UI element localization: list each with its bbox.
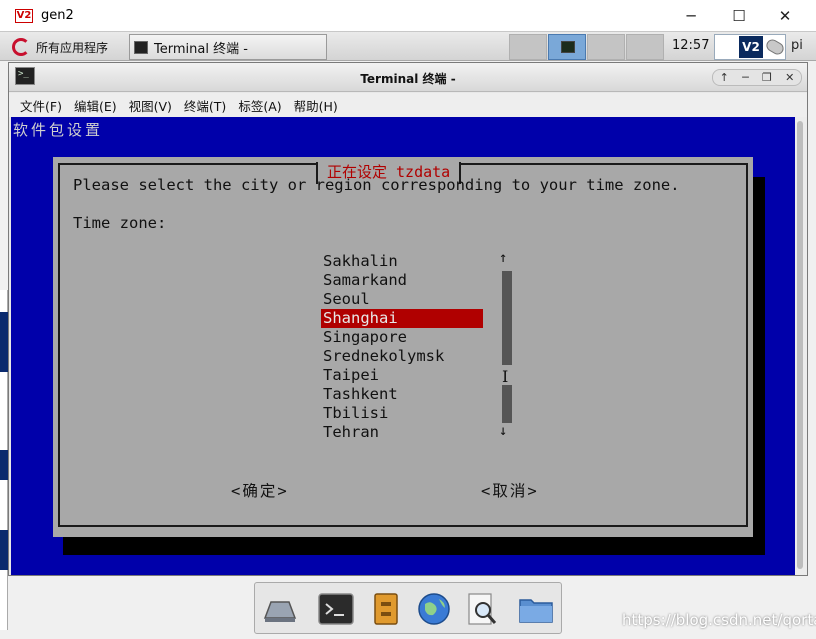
workspace-3[interactable]	[587, 34, 625, 60]
watermark: https://blog.csdn.net/qortal	[622, 611, 816, 629]
menu-help[interactable]: 帮助(H)	[294, 96, 338, 115]
minimize-button[interactable]: ─	[668, 0, 714, 31]
terminal-scrollbar[interactable]	[795, 117, 807, 575]
taskbar-terminal-label: Terminal 终端 -	[154, 41, 248, 57]
maximize-button[interactable]: ☐	[716, 0, 762, 31]
timezone-option[interactable]: Sakhalin	[321, 252, 483, 271]
terminal-minimize-button[interactable]: ─	[742, 71, 749, 84]
workspace-4[interactable]	[626, 34, 664, 60]
show-desktop-icon[interactable]	[261, 590, 299, 628]
timezone-option[interactable]: Singapore	[321, 328, 483, 347]
terminal-window-controls: ↑ ─ ❐ ✕	[712, 69, 802, 86]
terminal-icon[interactable]	[317, 590, 355, 628]
timezone-option[interactable]: Tashkent	[321, 385, 483, 404]
terminal-close-button[interactable]: ✕	[785, 71, 794, 84]
scroll-up-arrow-icon[interactable]: ↑	[499, 250, 507, 266]
timezone-option[interactable]: Seoul	[321, 290, 483, 309]
menu-view[interactable]: 视图(V)	[129, 96, 172, 115]
user-label[interactable]: pi	[791, 38, 803, 53]
taskbar-terminal-button[interactable]: Terminal 终端 -	[129, 34, 327, 60]
background-window	[0, 290, 8, 630]
terminal-scrollbar-thumb[interactable]	[797, 121, 803, 569]
debian-logo-icon	[12, 38, 30, 56]
background-window-block	[0, 530, 8, 570]
workspace-1[interactable]	[509, 34, 547, 60]
window-titlebar: V2 gen2 ─ ☐ ✕	[0, 0, 816, 31]
timezone-label: Time zone:	[73, 214, 167, 232]
tzdata-dialog: 正在设定 tzdata Please select the city or re…	[53, 157, 753, 537]
file-manager-icon[interactable]	[367, 590, 405, 628]
applications-menu[interactable]: 所有应用程序	[12, 36, 108, 58]
timezone-option[interactable]: Tehran	[321, 423, 483, 442]
workspace-2[interactable]	[548, 34, 586, 60]
window-title: gen2	[41, 8, 74, 23]
timezone-option[interactable]: Taipei	[321, 366, 483, 385]
vnc-logo-icon: V2	[739, 36, 763, 58]
folder-icon[interactable]	[517, 590, 555, 628]
timezone-option[interactable]: Samarkand	[321, 271, 483, 290]
timezone-option[interactable]: Tbilisi	[321, 404, 483, 423]
scroll-down-arrow-icon[interactable]: ↓	[499, 423, 507, 439]
terminal-icon	[134, 40, 148, 54]
list-scrollbar[interactable]	[502, 271, 512, 423]
terminal-icon	[561, 41, 575, 53]
search-icon[interactable]	[463, 590, 501, 628]
text-cursor-icon: I	[502, 367, 509, 386]
terminal-menubar: 文件(F) 编辑(E) 视图(V) 终端(T) 标签(A) 帮助(H)	[9, 93, 807, 117]
timezone-option[interactable]: Srednekolymsk	[321, 347, 483, 366]
menu-terminal[interactable]: 终端(T)	[184, 96, 226, 115]
applications-menu-label: 所有应用程序	[36, 40, 109, 55]
terminal-content[interactable]: 软件包设置 正在设定 tzdata Please select the city…	[11, 117, 795, 575]
menu-tabs[interactable]: 标签(A)	[238, 96, 281, 115]
package-config-header: 软件包设置	[13, 121, 104, 139]
timezone-option-selected[interactable]: Shanghai	[321, 309, 483, 328]
globe-icon[interactable]	[415, 590, 453, 628]
cancel-button[interactable]: <取消>	[481, 479, 539, 501]
vnc-tray[interactable]: V2	[714, 34, 786, 60]
terminal-restore-button[interactable]: ❐	[762, 71, 772, 84]
background-window-block	[0, 450, 8, 480]
close-button[interactable]: ✕	[762, 0, 808, 31]
terminal-window: Terminal 终端 - ↑ ─ ❐ ✕ 文件(F) 编辑(E) 视图(V) …	[8, 62, 808, 576]
terminal-titlebar: Terminal 终端 - ↑ ─ ❐ ✕	[9, 63, 807, 92]
clock[interactable]: 12:57	[672, 38, 709, 53]
menu-edit[interactable]: 编辑(E)	[74, 96, 117, 115]
vnc-viewer-logo-icon: V2	[15, 8, 33, 23]
shade-button[interactable]: ↑	[720, 71, 729, 84]
menu-file[interactable]: 文件(F)	[20, 96, 62, 115]
dock	[254, 582, 562, 634]
dialog-prompt: Please select the city or region corresp…	[73, 176, 680, 194]
terminal-title: Terminal 终端 -	[360, 72, 456, 86]
network-plug-icon	[764, 37, 786, 57]
desktop-panel: 所有应用程序 Terminal 终端 - 12:57 V2 pi	[0, 31, 816, 61]
ok-button[interactable]: <确定>	[231, 479, 289, 501]
background-window-block	[0, 312, 8, 372]
timezone-list[interactable]: Sakhalin Samarkand Seoul Shanghai Singap…	[321, 252, 483, 442]
